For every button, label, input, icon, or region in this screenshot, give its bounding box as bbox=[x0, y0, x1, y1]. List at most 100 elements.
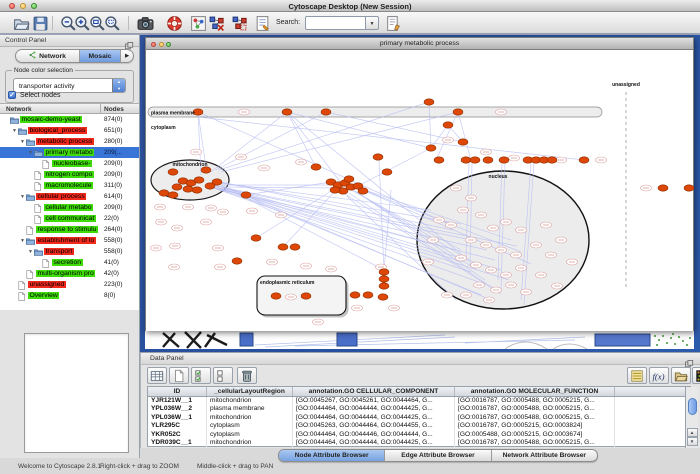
table-cell[interactable]: YPL036W__1 bbox=[148, 414, 207, 422]
snapshot-icon[interactable] bbox=[137, 15, 154, 32]
network-node-selected[interactable] bbox=[461, 157, 471, 163]
attribute-editor-icon[interactable] bbox=[385, 15, 402, 32]
tree-row[interactable]: ▼metabolic process280(0) bbox=[0, 136, 139, 147]
tree-row[interactable]: ▼primary metabo209(... bbox=[0, 147, 139, 158]
network-node-selected[interactable] bbox=[579, 157, 589, 163]
column-header[interactable]: annotation.GO CELLULAR_COMPONENT bbox=[293, 387, 455, 396]
zoom-selected-icon[interactable] bbox=[104, 15, 121, 32]
network-node-selected[interactable] bbox=[311, 164, 321, 170]
function-builder-button[interactable]: f(x) bbox=[649, 367, 669, 384]
network-node-selected[interactable] bbox=[301, 293, 311, 299]
tree-row[interactable]: nitrogen compo209(0) bbox=[0, 169, 139, 180]
open-file-icon[interactable] bbox=[13, 15, 30, 32]
disclosure-triangle-icon[interactable]: ▼ bbox=[27, 249, 34, 255]
matrix-view-button[interactable] bbox=[692, 367, 700, 384]
select-all-attributes-button[interactable] bbox=[191, 367, 211, 384]
table-cell[interactable]: mitochondrion bbox=[207, 439, 293, 447]
table-cell[interactable]: cytoplasm bbox=[207, 431, 293, 439]
network-node-selected[interactable] bbox=[382, 169, 392, 175]
network-node-selected[interactable] bbox=[684, 185, 694, 191]
disclosure-triangle-icon[interactable]: ▼ bbox=[19, 238, 26, 244]
select-attributes-button[interactable] bbox=[147, 367, 167, 384]
network-node-selected[interactable] bbox=[379, 269, 389, 275]
tree-row[interactable]: ▼establishment of lo558(0) bbox=[0, 235, 139, 246]
disclosure-triangle-icon[interactable]: ▼ bbox=[27, 150, 34, 156]
disclosure-triangle-icon[interactable]: ▼ bbox=[19, 194, 26, 200]
table-cell[interactable]: YPL036W__2 bbox=[148, 405, 207, 413]
table-cell[interactable]: [GO:0016787, GO:0005488, GO:0005215, G..… bbox=[455, 397, 615, 405]
tree-row[interactable]: ▼transport558(0) bbox=[0, 246, 139, 257]
network-node-selected[interactable] bbox=[379, 283, 389, 289]
network-node-selected[interactable] bbox=[321, 109, 331, 115]
attribute-batch-button[interactable] bbox=[627, 367, 647, 384]
network-node-selected[interactable] bbox=[330, 187, 340, 193]
network-node-selected[interactable] bbox=[241, 192, 251, 198]
tree-row[interactable]: mosaic-demo-yeast874(0) bbox=[0, 114, 139, 125]
tree-row[interactable]: unassigned223(0) bbox=[0, 279, 139, 290]
select-nodes-checkbox[interactable]: ✓ bbox=[8, 91, 16, 99]
network-node-selected[interactable] bbox=[434, 157, 444, 163]
table-cell[interactable]: mitochondrion bbox=[207, 397, 293, 405]
network-node-selected[interactable] bbox=[470, 157, 480, 163]
birds-eye-view[interactable] bbox=[24, 333, 129, 453]
save-session-icon[interactable] bbox=[32, 15, 49, 32]
network-node-selected[interactable] bbox=[282, 109, 292, 115]
network-node-selected[interactable] bbox=[373, 154, 383, 160]
network-node-selected[interactable] bbox=[172, 184, 182, 190]
network-node-selected[interactable] bbox=[194, 177, 204, 183]
visual-styles-icon[interactable] bbox=[190, 15, 207, 32]
network-node-selected[interactable] bbox=[192, 187, 202, 193]
table-row[interactable]: YPL036W__1mitochondrion[GO:0044464, GO:0… bbox=[148, 414, 690, 422]
network-node-selected[interactable] bbox=[483, 157, 493, 163]
network-node-selected[interactable] bbox=[168, 192, 178, 198]
scrollbar-thumb[interactable] bbox=[688, 398, 697, 415]
background-window-strip[interactable] bbox=[145, 331, 694, 349]
network-canvas[interactable]: plasma membranecytoplasmmitochondrionnuc… bbox=[146, 50, 695, 331]
table-cell[interactable]: YDR039C__1 bbox=[148, 439, 207, 447]
table-cell[interactable]: YKR052C bbox=[148, 431, 207, 439]
network-node-selected[interactable] bbox=[547, 157, 557, 163]
tree-row[interactable]: macromolecule311(0) bbox=[0, 180, 139, 191]
table-cell[interactable]: [GO:0045263, GO:0044464, GO:0044455, G..… bbox=[293, 422, 455, 430]
tree-row[interactable]: cellular metabo209(0) bbox=[0, 202, 139, 213]
scroll-up-button[interactable]: ▲ bbox=[687, 428, 698, 437]
table-cell[interactable]: mitochondrion bbox=[207, 414, 293, 422]
tab-mosaic[interactable]: Mosaic bbox=[80, 50, 121, 62]
import-attributes-button[interactable] bbox=[671, 367, 691, 384]
table-cell[interactable]: cytoplasm bbox=[207, 422, 293, 430]
network-node-selected[interactable] bbox=[251, 235, 261, 241]
table-scrollbar[interactable]: ▲ ▼ bbox=[685, 387, 698, 448]
help-icon[interactable] bbox=[166, 15, 183, 32]
tree-row[interactable]: cell communicat22(0) bbox=[0, 213, 139, 224]
unselect-all-attributes-button[interactable] bbox=[213, 367, 233, 384]
network-node-selected[interactable] bbox=[458, 139, 468, 145]
tab-overflow-button[interactable]: ▶ bbox=[121, 50, 133, 62]
network-node-selected[interactable] bbox=[232, 258, 242, 264]
network-node-selected[interactable] bbox=[344, 176, 354, 182]
network-node-selected[interactable] bbox=[379, 276, 389, 282]
network-node-selected[interactable] bbox=[378, 294, 388, 300]
table-cell[interactable]: [GO:0045267, GO:0045261, GO:0044464, G..… bbox=[293, 397, 455, 405]
network-node-selected[interactable] bbox=[443, 122, 453, 128]
table-cell[interactable]: [GO:0016787, GO:0005488, GO:0005215, G..… bbox=[455, 439, 615, 447]
tree-row[interactable]: ▼biological_process651(0) bbox=[0, 125, 139, 136]
disclosure-triangle-icon[interactable]: ▼ bbox=[11, 128, 18, 134]
tree-row[interactable]: Overview8(0) bbox=[0, 290, 139, 301]
network-node-selected[interactable] bbox=[168, 169, 178, 175]
table-row[interactable]: YJR121W__1mitochondrion[GO:0045267, GO:0… bbox=[148, 397, 690, 405]
column-header[interactable]: ID bbox=[148, 387, 207, 396]
network-node-selected[interactable] bbox=[499, 157, 509, 163]
table-cell[interactable]: [GO:0044464, GO:0044446, GO:0044444, G..… bbox=[293, 431, 455, 439]
disclosure-triangle-icon[interactable]: ▼ bbox=[19, 139, 26, 145]
search-input[interactable] bbox=[305, 16, 366, 30]
table-cell[interactable]: [GO:0044464, GO:0044444, GO:0044425, G..… bbox=[293, 405, 455, 413]
edge-overlay-icon[interactable] bbox=[231, 15, 248, 32]
network-node-selected[interactable] bbox=[363, 292, 373, 298]
column-header[interactable]: annotation.GO MOLECULAR_FUNCTION bbox=[455, 387, 615, 396]
network-node-selected[interactable] bbox=[159, 190, 169, 196]
network-node-selected[interactable] bbox=[426, 145, 436, 151]
table-row[interactable]: YKR052Ccytoplasm[GO:0044464, GO:0044446,… bbox=[148, 431, 690, 439]
network-node-selected[interactable] bbox=[183, 186, 193, 192]
table-cell[interactable]: [GO:0016787, GO:0005488, GO:0005215, G..… bbox=[455, 414, 615, 422]
table-cell[interactable]: [GO:0016787, GO:0005488, GO:0005215, G..… bbox=[455, 405, 615, 413]
